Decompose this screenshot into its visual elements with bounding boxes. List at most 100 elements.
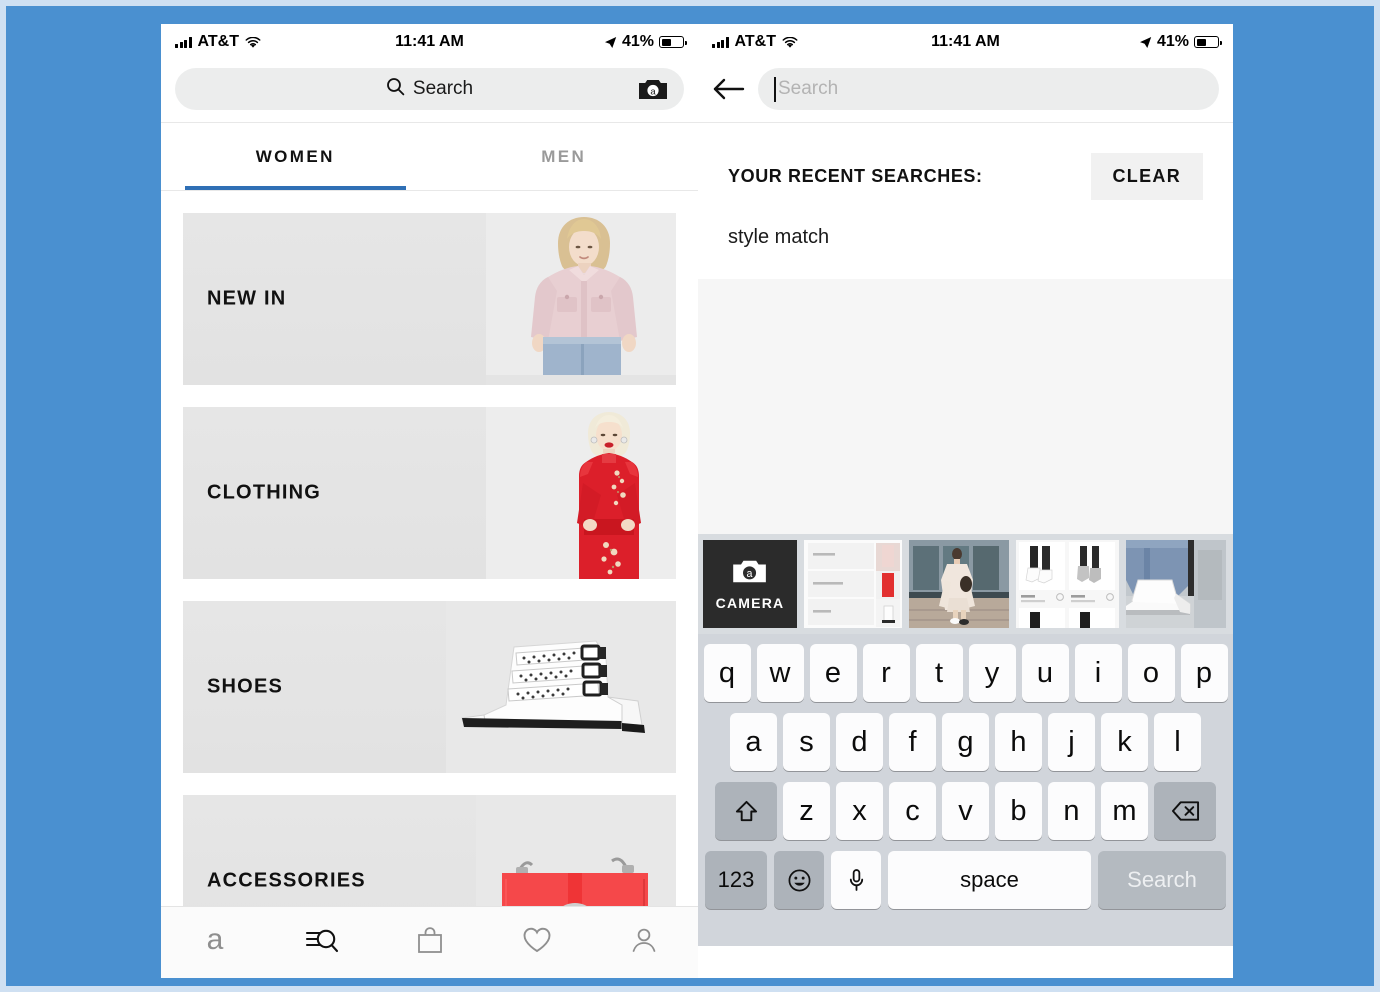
battery-percent-label: 41% (1156, 33, 1189, 50)
shift-arrow-icon[interactable] (715, 782, 777, 840)
tab-men[interactable]: MEN (430, 123, 699, 190)
key-z[interactable]: z (783, 782, 830, 840)
wifi-icon (782, 36, 798, 48)
search-label: Search (412, 78, 474, 99)
shopping-bag-icon (415, 925, 445, 960)
photo-thumbnail[interactable] (1126, 540, 1226, 628)
tab-men-label: MEN (541, 146, 587, 166)
search-input[interactable]: Search a (175, 68, 684, 110)
key-s[interactable]: s (783, 713, 830, 771)
battery-icon (659, 36, 687, 48)
key-w[interactable]: w (756, 644, 804, 702)
photo-thumbnail[interactable] (909, 540, 1009, 628)
red-dress-model-image (486, 407, 676, 579)
category-card-clothing[interactable]: CLOTHING (183, 407, 676, 579)
heart-icon (521, 925, 553, 960)
battery-percent-label: 41% (621, 33, 654, 50)
sidebar-item-saved[interactable] (483, 907, 590, 978)
key-b[interactable]: b (995, 782, 1042, 840)
status-right-group: 41% (1139, 33, 1222, 51)
white-studded-boot-image (446, 601, 676, 773)
tab-women[interactable]: WOMEN (161, 123, 430, 190)
sidebar-item-account[interactable] (591, 907, 698, 978)
back-arrow-icon[interactable] (712, 76, 746, 102)
key-y[interactable]: y (968, 644, 1016, 702)
key-u[interactable]: u (1021, 644, 1069, 702)
location-arrow-icon (604, 36, 617, 49)
on-screen-keyboard: q w e r t y u i o p a s d f g h j k l z … (698, 634, 1233, 946)
person-icon (629, 925, 659, 960)
key-l[interactable]: l (1154, 713, 1201, 771)
camera-icon[interactable]: a (638, 77, 668, 101)
key-p[interactable]: p (1180, 644, 1228, 702)
backspace-icon[interactable] (1154, 782, 1216, 840)
microphone-icon[interactable] (831, 851, 881, 909)
key-c[interactable]: c (889, 782, 936, 840)
status-right-group: 41% (604, 33, 687, 51)
key-q[interactable]: q (703, 644, 751, 702)
photo-picker-strip[interactable]: a CAMERA (698, 534, 1233, 634)
location-arrow-icon (1139, 36, 1152, 49)
left-phone-screen: AT&T 11:41 AM 41% Search a WOMEN MEN NEW… (161, 24, 698, 978)
signal-bars-icon (712, 36, 729, 48)
recent-search-item[interactable]: style match (698, 200, 1233, 279)
keyboard-search-key[interactable]: Search (1098, 851, 1226, 909)
search-icon (386, 77, 405, 101)
key-x[interactable]: x (836, 782, 883, 840)
key-k[interactable]: k (1101, 713, 1148, 771)
key-j[interactable]: j (1048, 713, 1095, 771)
category-label: SHOES (207, 675, 284, 698)
left-search-bar-container: Search a (161, 60, 698, 123)
status-left-group: AT&T (175, 33, 261, 51)
photo-thumbnail[interactable] (1016, 540, 1119, 628)
signal-bars-icon (175, 36, 192, 48)
emoji-smiley-icon[interactable] (774, 851, 824, 909)
key-n[interactable]: n (1048, 782, 1095, 840)
status-left-group: AT&T (712, 33, 798, 51)
space-key[interactable]: space (888, 851, 1091, 909)
key-g[interactable]: g (942, 713, 989, 771)
right-search-header: Search (698, 60, 1233, 123)
keyboard-row-3: z x c v b n m (701, 782, 1230, 840)
camera-icon: a (731, 557, 769, 590)
photo-thumbnail[interactable] (804, 540, 902, 628)
key-o[interactable]: o (1127, 644, 1175, 702)
key-t[interactable]: t (915, 644, 963, 702)
bottom-navigation-bar: a (161, 906, 698, 978)
svg-text:a: a (747, 568, 753, 580)
keyboard-row-2: a s d f g h j k l (701, 713, 1230, 771)
recent-searches-title: YOUR RECENT SEARCHES: (728, 166, 983, 186)
wifi-icon (245, 36, 261, 48)
key-f[interactable]: f (889, 713, 936, 771)
category-label: NEW IN (207, 287, 287, 310)
search-input[interactable]: Search (758, 68, 1219, 110)
key-d[interactable]: d (836, 713, 883, 771)
status-bar-left: AT&T 11:41 AM 41% (161, 24, 698, 60)
numbers-key[interactable]: 123 (705, 851, 767, 909)
key-a[interactable]: a (730, 713, 777, 771)
clear-button[interactable]: CLEAR (1090, 153, 1203, 200)
key-h[interactable]: h (995, 713, 1042, 771)
key-r[interactable]: r (862, 644, 910, 702)
sidebar-item-home[interactable]: a (161, 907, 268, 978)
keyboard-row-1: q w e r t y u i o p (701, 644, 1230, 702)
sidebar-item-search[interactable] (268, 907, 375, 978)
camera-tile-label: CAMERA (715, 595, 785, 611)
svg-text:a: a (206, 924, 223, 956)
key-v[interactable]: v (942, 782, 989, 840)
pink-jacket-model-image (486, 213, 676, 385)
key-e[interactable]: e (809, 644, 857, 702)
category-card-shoes[interactable]: SHOES (183, 601, 676, 773)
category-card-new-in[interactable]: NEW IN (183, 213, 676, 385)
camera-tile-button[interactable]: a CAMERA (703, 540, 797, 628)
status-bar-right: AT&T 11:41 AM 41% (698, 24, 1233, 60)
keyboard-row-4: 123 space Search (701, 851, 1230, 909)
key-i[interactable]: i (1074, 644, 1122, 702)
search-lines-icon (305, 926, 339, 959)
screenshot-canvas: AT&T 11:41 AM 41% Search a WOMEN MEN NEW… (0, 0, 1380, 992)
key-m[interactable]: m (1101, 782, 1148, 840)
tab-women-label: WOMEN (255, 146, 335, 166)
search-placeholder-group: Search (386, 77, 473, 101)
carrier-label: AT&T (197, 33, 239, 50)
sidebar-item-bag[interactable] (376, 907, 483, 978)
